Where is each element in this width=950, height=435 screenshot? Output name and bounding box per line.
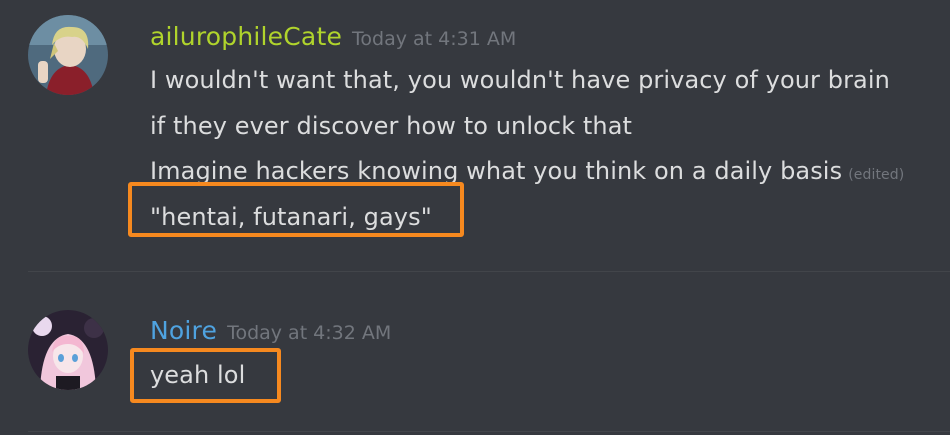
edited-label: (edited) (848, 167, 905, 183)
message-line-text: Imagine hackers knowing what you think o… (150, 157, 843, 185)
message-line: if they ever discover how to unlock that (150, 112, 633, 140)
message-divider (28, 271, 950, 272)
avatar-anime-blonde-icon (28, 15, 108, 95)
message-header: ailurophileCate Today at 4:31 AM (150, 22, 516, 51)
avatar[interactable] (28, 310, 108, 390)
username[interactable]: ailurophileCate (150, 22, 342, 51)
message-header: Noire Today at 4:32 AM (150, 316, 391, 345)
timestamp[interactable]: Today at 4:31 AM (352, 28, 516, 50)
message-line: yeah lol (150, 361, 246, 389)
avatar[interactable] (28, 15, 108, 95)
timestamp[interactable]: Today at 4:32 AM (227, 322, 391, 344)
message-line: I wouldn't want that, you wouldn't have … (150, 66, 890, 94)
message-divider (28, 431, 950, 432)
avatar-anime-pink-hair-icon (28, 310, 108, 390)
message-line-edited: Imagine hackers knowing what you think o… (150, 157, 904, 185)
message-line-quoted: "hentai, futanari, gays" (150, 203, 432, 231)
username[interactable]: Noire (150, 316, 217, 345)
